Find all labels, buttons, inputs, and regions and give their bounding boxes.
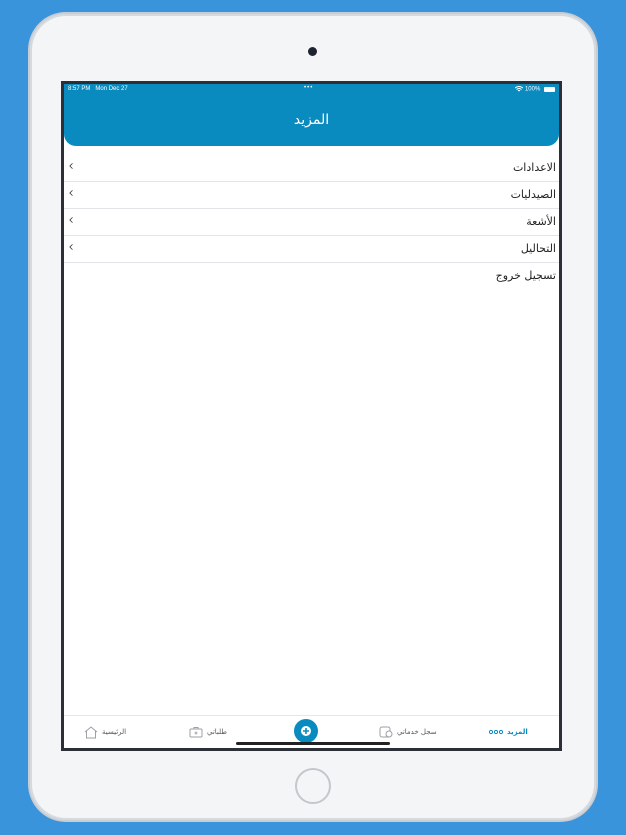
plus-circle-icon <box>301 726 311 736</box>
page-title: المزيد <box>293 112 330 128</box>
menu-item-label: الصيدليات <box>510 188 556 201</box>
battery-percent: 100% <box>524 86 541 93</box>
tab-home[interactable]: الرئيسية <box>84 724 126 740</box>
house-icon <box>84 725 98 738</box>
tablet-frame: 8:57 PM Mon Dec 27 ••• 100% المزيد الاعد… <box>30 14 596 820</box>
menu-item-radiology[interactable]: الأشعة <box>64 209 559 236</box>
tab-bar: الرئيسية طلباتي سجل خدماتي المزيد <box>64 715 559 748</box>
history-icon <box>379 726 393 738</box>
app-screen: 8:57 PM Mon Dec 27 ••• 100% المزيد الاعد… <box>64 84 559 748</box>
status-dots: ••• <box>304 85 314 91</box>
menu-item-label: الاعدادات <box>512 161 556 174</box>
home-button[interactable] <box>295 768 331 804</box>
menu-item-settings[interactable]: الاعدادات <box>64 155 559 182</box>
tab-requests[interactable]: طلباتي <box>189 724 227 740</box>
add-button[interactable] <box>294 719 318 743</box>
more-menu: الاعدادات الصيدليات الأشعة التحاليل تسجي… <box>64 155 559 289</box>
chevron-left-icon <box>69 190 73 196</box>
wifi-icon <box>514 86 525 93</box>
chevron-left-icon <box>69 163 73 169</box>
menu-item-lab-tests[interactable]: التحاليل <box>64 236 559 263</box>
menu-item-label: الأشعة <box>526 215 556 228</box>
battery-icon <box>544 86 555 92</box>
camera <box>308 47 317 56</box>
home-indicator <box>236 742 390 745</box>
menu-item-label: تسجيل خروج <box>495 269 556 282</box>
tab-services[interactable]: سجل خدماتي <box>379 724 437 740</box>
page-header: المزيد <box>64 96 559 146</box>
chevron-left-icon <box>69 244 73 250</box>
chevron-left-icon <box>69 217 73 223</box>
status-time: 8:57 PM <box>68 86 91 92</box>
status-bar: 8:57 PM Mon Dec 27 ••• 100% <box>64 84 559 96</box>
dots-icon <box>489 729 503 735</box>
status-date: Mon Dec 27 <box>95 86 128 92</box>
tab-label-requests: طلباتي <box>207 728 227 736</box>
tab-label-home: الرئيسية <box>102 728 127 736</box>
tab-label-more: المزيد <box>507 728 528 736</box>
menu-item-label: التحاليل <box>520 242 556 255</box>
briefcase-icon <box>189 727 203 738</box>
tab-more[interactable]: المزيد <box>489 724 528 740</box>
menu-item-logout[interactable]: تسجيل خروج <box>64 263 559 289</box>
tab-label-services: سجل خدماتي <box>397 728 437 736</box>
menu-item-pharmacies[interactable]: الصيدليات <box>64 182 559 209</box>
